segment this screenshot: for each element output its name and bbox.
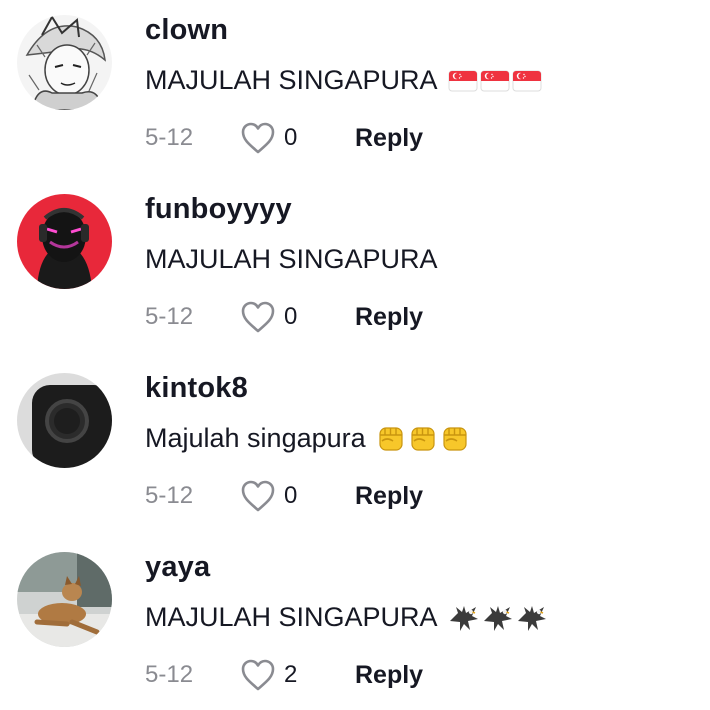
avatar-dog-image [17,552,112,647]
comment-text: MAJULAH SINGAPURA [145,65,542,96]
avatar[interactable] [17,373,112,468]
comment-item: kintok8 Majulah singapura 5-12 0 Reply [0,358,710,528]
reply-button[interactable]: Reply [355,661,423,690]
comment-username[interactable]: kintok8 [145,372,248,405]
like-button[interactable]: 0 [240,479,355,513]
raised-fist-icon [443,426,467,451]
avatar-red-mask-image [17,194,112,289]
singapore-flag-icon [480,70,510,91]
comment-item: yaya MAJULAH SINGAPURA 5-12 2 Reply [0,537,710,707]
eagle-icon [449,605,478,631]
comment-meta: 5-12 0 Reply [145,476,585,516]
comment-text-body: MAJULAH SINGAPURA [145,602,438,632]
raised-fist-icon [411,426,435,451]
heart-icon [241,122,275,154]
like-count: 0 [284,482,298,509]
reply-button[interactable]: Reply [355,303,423,332]
emoji-group [448,70,542,92]
singapore-flag-icon [512,70,542,91]
comment-text-body: MAJULAH SINGAPURA [145,65,438,95]
comment-meta: 5-12 0 Reply [145,118,585,158]
comment-text: MAJULAH SINGAPURA [145,602,548,633]
like-count: 0 [284,124,298,151]
comment-username[interactable]: funboyyyy [145,193,292,226]
comment-meta: 5-12 2 Reply [145,655,585,695]
avatar-dark-object-image [17,373,112,468]
reply-button[interactable]: Reply [355,124,423,153]
comment-text-body: MAJULAH SINGAPURA [145,244,438,274]
comment-date: 5-12 [145,661,194,688]
like-count: 0 [284,303,298,330]
avatar-manga-image [17,15,112,110]
comment-username[interactable]: yaya [145,551,210,584]
avatar[interactable] [17,15,112,110]
like-button[interactable]: 0 [240,121,355,155]
avatar[interactable] [17,552,112,647]
heart-icon [241,301,275,333]
raised-fist-icon [379,426,403,451]
comment-meta: 5-12 0 Reply [145,297,585,337]
avatar[interactable] [17,194,112,289]
emoji-group [376,424,470,454]
heart-icon [241,659,275,691]
comment-text: MAJULAH SINGAPURA [145,244,438,275]
eagle-icon [517,605,546,631]
eagle-icon [483,605,512,631]
comment-date: 5-12 [145,303,194,330]
comment-item: funboyyyy MAJULAH SINGAPURA 5-12 0 Reply [0,179,710,349]
reply-button[interactable]: Reply [355,482,423,511]
comment-date: 5-12 [145,482,194,509]
heart-icon [241,480,275,512]
comment-text-body: Majulah singapura [145,423,366,453]
like-button[interactable]: 0 [240,300,355,334]
comment-date: 5-12 [145,124,194,151]
emoji-group [448,603,548,633]
like-count: 2 [284,661,298,688]
comment-item: clown MAJULAH SINGAPURA 5-12 0 Reply [0,0,710,170]
comment-username[interactable]: clown [145,14,228,47]
like-button[interactable]: 2 [240,658,355,692]
singapore-flag-icon [448,70,478,91]
comment-text: Majulah singapura [145,423,470,454]
